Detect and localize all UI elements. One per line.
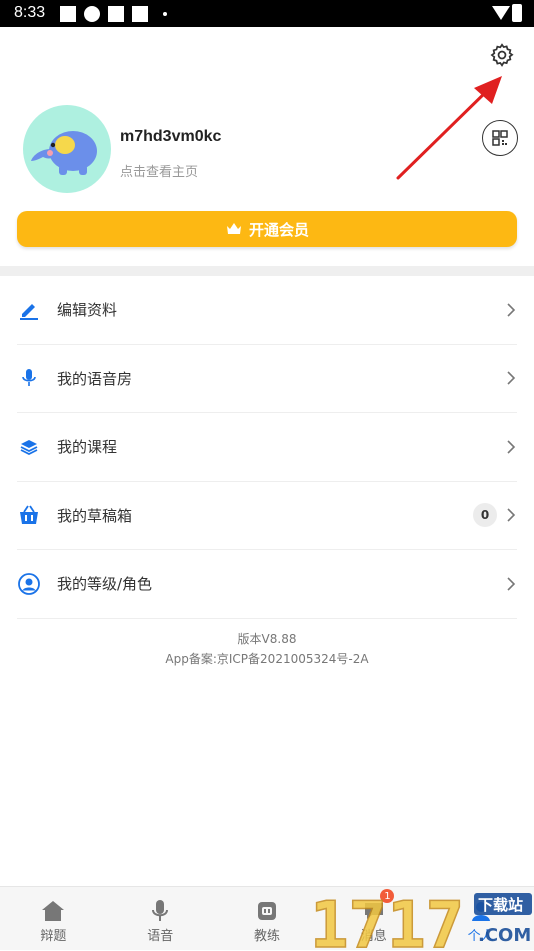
wifi-icon bbox=[492, 6, 510, 20]
user-icon bbox=[17, 572, 41, 596]
menu-item-edit-profile[interactable]: 编辑资料 bbox=[17, 276, 517, 345]
chevron-right-icon bbox=[505, 303, 517, 317]
version-text: 版本V8.88 bbox=[237, 632, 297, 646]
menu-item-courses[interactable]: 我的课程 bbox=[17, 413, 517, 482]
menu-item-label: 我的课程 bbox=[57, 438, 118, 457]
chevron-right-icon bbox=[505, 508, 517, 522]
menu-item-label: 我的草稿箱 bbox=[57, 506, 133, 525]
menu-item-drafts[interactable]: 我的草稿箱 0 bbox=[17, 482, 517, 550]
tab-label: 教练 bbox=[253, 929, 280, 944]
notification-icon bbox=[132, 6, 148, 22]
tab-profile[interactable]: 个人 bbox=[427, 887, 534, 951]
tab-bar: 辩题 语音 教练 1 消息 个人 bbox=[0, 886, 534, 950]
status-time: 8:33 bbox=[14, 4, 46, 21]
tab-label: 辩题 bbox=[40, 929, 67, 944]
chevron-right-icon bbox=[505, 440, 517, 454]
tab-coach[interactable]: 教练 bbox=[214, 887, 321, 951]
view-homepage-link[interactable]: 点击查看主页 bbox=[120, 161, 198, 180]
tab-label: 消息 bbox=[360, 929, 387, 944]
tab-label: 个人 bbox=[467, 929, 494, 944]
menu-list: 编辑资料 我的语音房 我的课程 我的草稿箱 0 我的等级/角色 bbox=[0, 276, 534, 619]
menu-item-label: 我的语音房 bbox=[57, 369, 133, 388]
sync-icon bbox=[84, 6, 100, 22]
tab-voice[interactable]: 语音 bbox=[107, 887, 214, 951]
menu-item-voice-room[interactable]: 我的语音房 bbox=[17, 345, 517, 413]
microphone-icon bbox=[17, 366, 41, 390]
ai-coach-icon bbox=[257, 902, 276, 920]
drafts-count-badge: 0 bbox=[473, 503, 497, 528]
notification-icon bbox=[108, 6, 124, 22]
pencil-icon bbox=[17, 298, 41, 322]
person-icon bbox=[471, 902, 490, 921]
chevron-right-icon bbox=[505, 577, 517, 591]
icp-text: App备案:京ICP备2021005324号-2A bbox=[165, 652, 369, 666]
tab-messages[interactable]: 1 消息 bbox=[320, 887, 427, 951]
tab-label: 语音 bbox=[147, 929, 174, 944]
menu-item-label: 编辑资料 bbox=[57, 301, 118, 320]
battery-icon bbox=[512, 4, 522, 22]
tab-debate[interactable]: 辩题 bbox=[0, 887, 107, 951]
menu-item-level-role[interactable]: 我的等级/角色 bbox=[17, 550, 517, 619]
notification-icon bbox=[60, 6, 76, 22]
qr-code-button[interactable] bbox=[482, 120, 518, 156]
message-icon bbox=[364, 903, 383, 919]
home-icon bbox=[42, 901, 65, 921]
section-divider bbox=[0, 266, 534, 276]
microphone-icon bbox=[152, 900, 169, 921]
basket-icon bbox=[17, 503, 41, 527]
more-notifications-icon bbox=[163, 12, 167, 16]
qr-code-icon bbox=[492, 130, 508, 146]
username[interactable]: m7hd3vm0kc bbox=[120, 128, 221, 146]
settings-button[interactable] bbox=[489, 42, 515, 68]
unread-badge: 1 bbox=[380, 889, 395, 903]
status-bar: 8:33 bbox=[0, 0, 534, 27]
vip-subscribe-button[interactable]: 开通会员 bbox=[17, 211, 517, 247]
crown-icon bbox=[226, 223, 241, 234]
layers-icon bbox=[17, 435, 41, 459]
vip-label: 开通会员 bbox=[248, 220, 309, 239]
elephant-icon bbox=[31, 131, 97, 175]
chevron-right-icon bbox=[505, 371, 517, 385]
gear-icon bbox=[490, 43, 514, 67]
avatar[interactable] bbox=[23, 105, 111, 193]
menu-item-label: 我的等级/角色 bbox=[57, 575, 153, 594]
